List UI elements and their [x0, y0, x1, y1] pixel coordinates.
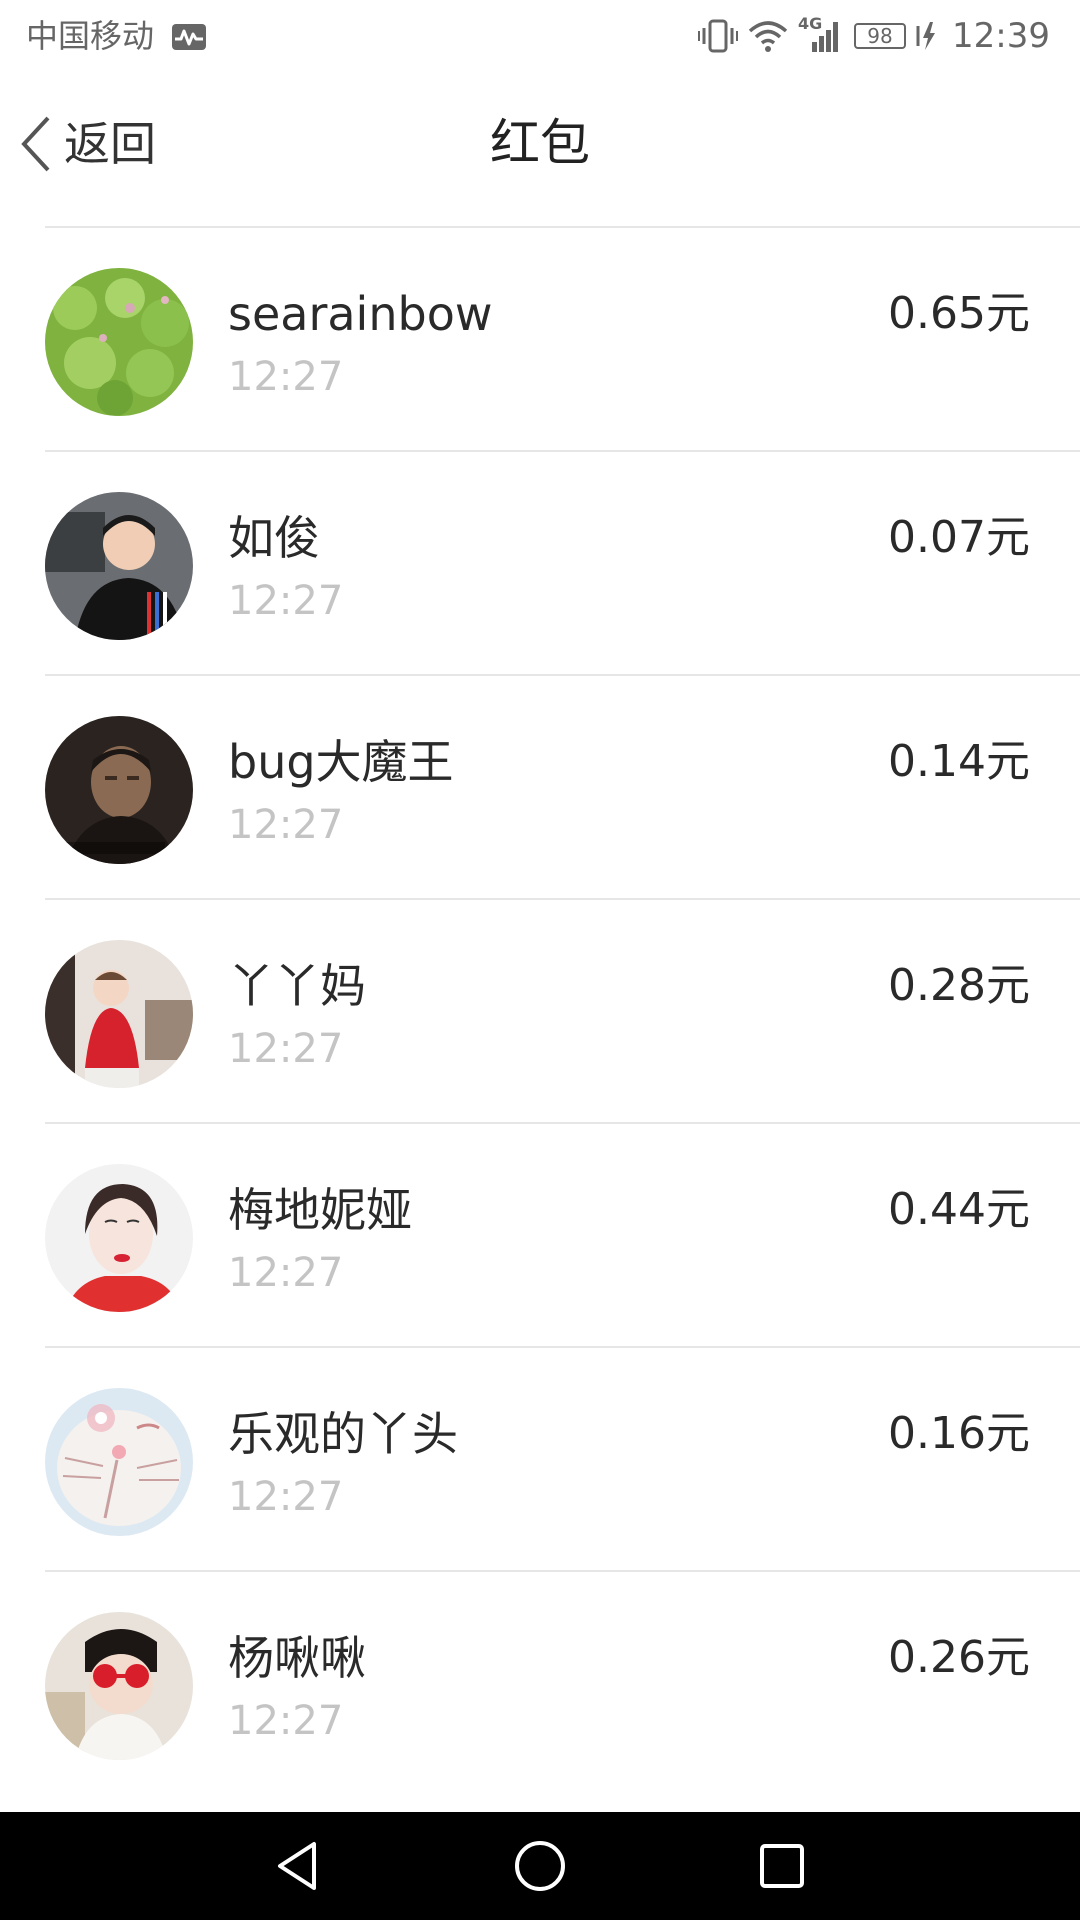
page-title: 红包: [490, 114, 590, 172]
recipient-name: searainbow: [228, 287, 493, 341]
receive-time: 12:27: [228, 354, 344, 400]
receive-time: 12:27: [228, 1698, 344, 1744]
activity-icon: [172, 24, 206, 50]
avatar: [45, 716, 193, 864]
avatar: [45, 940, 193, 1088]
amount: 0.14元: [888, 736, 1030, 787]
receive-time: 12:27: [228, 802, 344, 848]
nav-recents-button[interactable]: [752, 1836, 812, 1896]
cellular-signal-icon: 4G: [798, 14, 844, 54]
recipient-name: 丫丫妈: [228, 959, 366, 1013]
recipient-name: bug大魔王: [228, 735, 454, 789]
list-item[interactable]: 如俊 12:27 0.07元: [45, 450, 1080, 674]
list-item[interactable]: 乐观的丫头 12:27 0.16元: [45, 1346, 1080, 1570]
amount: 0.65元: [888, 288, 1030, 339]
battery-icon: 98: [854, 23, 907, 49]
list-item[interactable]: 杨啾啾 12:27 0.26元: [45, 1570, 1080, 1794]
circle-home-icon: [510, 1836, 570, 1896]
recipient-name: 乐观的丫头: [228, 1407, 458, 1461]
receive-time: 12:27: [228, 578, 344, 624]
carrier-name: 中国移动: [26, 17, 155, 55]
charging-icon: [916, 20, 938, 52]
amount: 0.26元: [888, 1632, 1030, 1683]
avatar: [45, 1388, 193, 1536]
receive-time: 12:27: [228, 1474, 344, 1520]
list-item[interactable]: 丫丫妈 12:27 0.28元: [45, 898, 1080, 1122]
avatar: [45, 1612, 193, 1760]
triangle-back-icon: [268, 1836, 328, 1896]
avatar: [45, 1164, 193, 1312]
list-item[interactable]: bug大魔王 12:27 0.14元: [45, 674, 1080, 898]
status-clock: 12:39: [952, 16, 1050, 56]
navigation-header: 返回 红包: [0, 72, 1080, 224]
avatar: [45, 268, 193, 416]
recipient-name: 梅地妮娅: [228, 1183, 412, 1237]
system-navigation-bar: [0, 1812, 1080, 1920]
avatar: [45, 492, 193, 640]
nav-back-button[interactable]: [268, 1836, 328, 1896]
receive-time: 12:27: [228, 1026, 344, 1072]
red-envelope-list: searainbow 12:27 0.65元 如俊 12:27 0.07元 bu…: [0, 226, 1080, 1794]
recipient-name: 如俊: [228, 511, 320, 565]
list-item[interactable]: 梅地妮娅 12:27 0.44元: [45, 1122, 1080, 1346]
wifi-icon: [748, 19, 788, 53]
nav-home-button[interactable]: [510, 1836, 570, 1896]
amount: 0.16元: [888, 1408, 1030, 1459]
vibrate-icon: [698, 19, 739, 53]
battery-level: 98: [867, 24, 893, 48]
square-recents-icon: [752, 1836, 812, 1896]
receive-time: 12:27: [228, 1250, 344, 1296]
amount: 0.07元: [888, 512, 1030, 563]
status-bar: 中国移动 4G 98 12:39: [0, 0, 1080, 72]
list-item[interactable]: searainbow 12:27 0.65元: [45, 226, 1080, 450]
amount: 0.28元: [888, 960, 1030, 1011]
amount: 0.44元: [888, 1184, 1030, 1235]
recipient-name: 杨啾啾: [228, 1631, 366, 1685]
network-type-label: 4G: [798, 14, 823, 33]
